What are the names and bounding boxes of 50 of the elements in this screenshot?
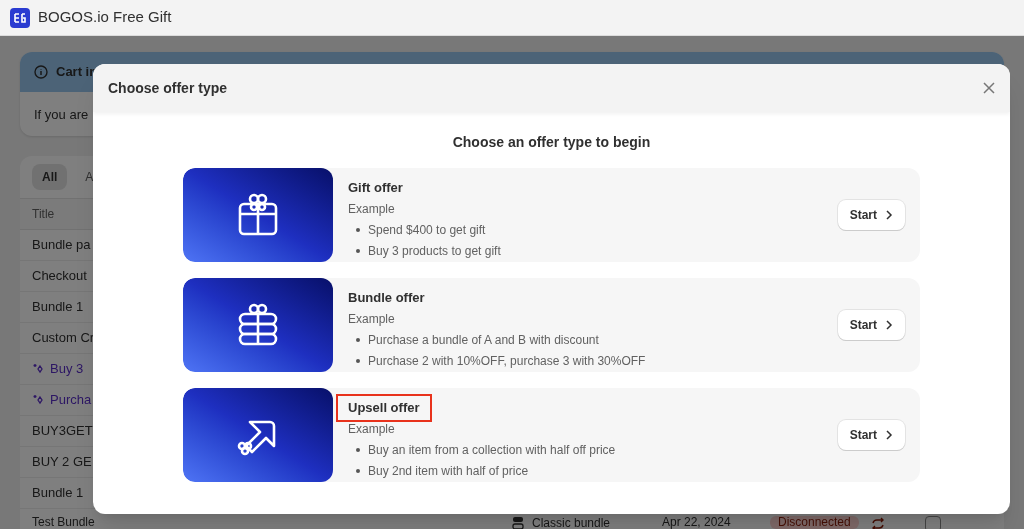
bullet-icon [356,228,360,232]
example-text: Purchase 2 with 10%OFF, purchase 3 with 30%OFF [368,353,646,370]
table-cell: Classic bundle [532,516,611,529]
row-checkbox[interactable] [924,516,941,529]
table-cell-text: Bundle pa [32,236,91,255]
table-cell: Apr 22, 2024 [662,515,731,529]
offer-subtitle: Example [348,201,396,218]
table-cell-text: Checkout [32,267,87,286]
offer-title-link[interactable]: Buy 3 [50,359,84,379]
status-badge: Disconnected [770,516,859,529]
chevron-right-icon [885,320,893,330]
dialog-heading: Choose an offer type to begin [452,133,651,152]
bundle-type-icon [512,516,524,529]
offer-title: Gift offer [347,179,404,197]
example-text: Spend $400 to get gift [368,222,486,239]
close-icon[interactable] [983,82,995,94]
start-button[interactable]: Start [837,200,905,230]
table-cell-text: Bundle 1 [32,484,84,503]
bullet-icon [356,448,360,452]
table-cell-text: Custom Cr [32,329,95,348]
chevron-right-icon [885,430,893,440]
start-button[interactable]: Start [837,310,905,340]
bullet-icon [356,338,360,342]
bullet-icon [356,249,360,253]
app-logo-icon [10,7,30,28]
example-text: Purchase a bundle of A and B with discount [368,332,599,349]
bullet-icon [356,359,360,363]
offer-title: Bundle offer [347,289,426,307]
dialog-title: Choose offer type [108,78,227,98]
offer-subtitle: Example [348,311,396,328]
table-cell-text: Bundle 1 [32,298,84,317]
example-text: Buy an item from a collection with half off price [368,442,616,459]
bullet-icon [356,469,360,473]
offer-subtitle: Example [348,421,396,438]
table-cell-text: BUY3GET [32,422,93,441]
app-title: BOGOS.io Free Gift [38,7,172,28]
banner-text: If you are [34,107,89,122]
info-icon [34,65,48,79]
filter-tab[interactable]: A [75,164,104,190]
start-button[interactable]: Start [837,420,905,450]
column-header: Title [32,206,55,223]
sync-icon[interactable] [870,517,885,529]
chevron-right-icon [885,210,893,220]
table-cell: Test Bundle [32,516,95,529]
example-text: Buy 2nd item with half of price [368,463,529,480]
example-text: Buy 3 products to get gift [368,243,501,260]
filter-tab[interactable]: All [32,164,68,190]
offer-title-link[interactable]: Purcha [50,390,92,410]
offer-title: Upsell offer [336,394,432,422]
table-cell-text: BUY 2 GE [32,453,92,472]
